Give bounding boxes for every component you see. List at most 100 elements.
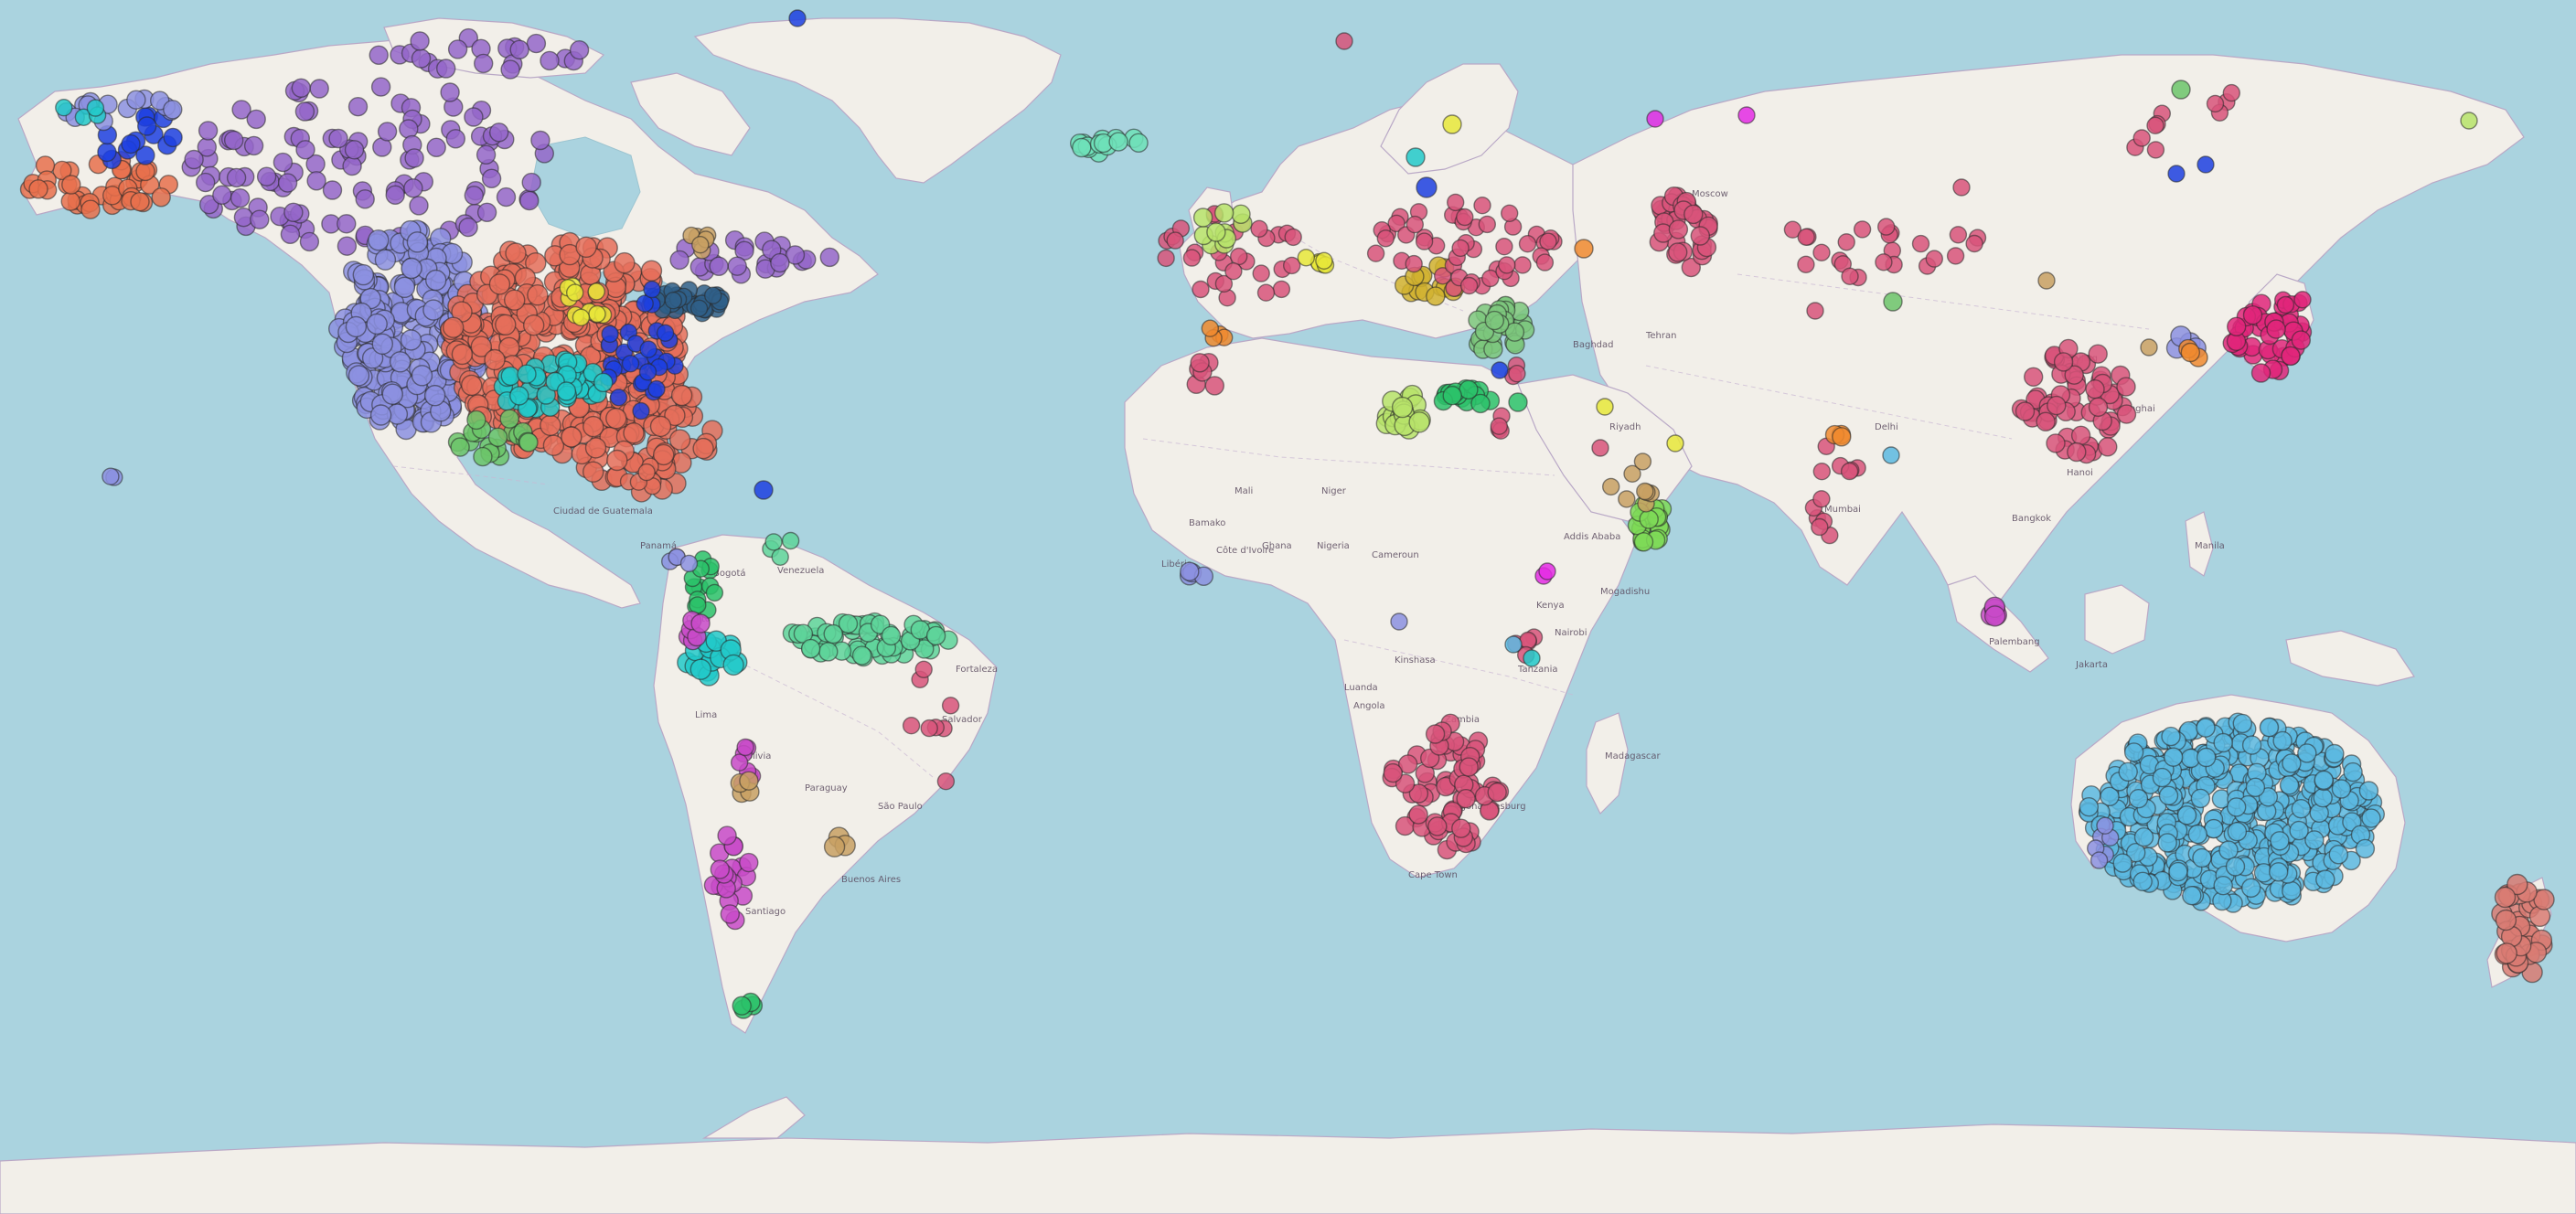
map-marker[interactable]: [2232, 713, 2253, 734]
map-marker[interactable]: [1500, 204, 1519, 223]
map-marker[interactable]: [1425, 724, 1446, 744]
map-marker[interactable]: [819, 247, 839, 268]
map-marker[interactable]: [163, 127, 183, 148]
map-marker[interactable]: [1495, 238, 1513, 256]
map-marker[interactable]: [86, 99, 105, 117]
map-marker[interactable]: [2297, 743, 2317, 763]
map-marker[interactable]: [722, 654, 744, 676]
map-marker[interactable]: [1639, 509, 1659, 529]
map-marker[interactable]: [643, 280, 661, 299]
map-marker[interactable]: [2167, 165, 2186, 183]
map-marker[interactable]: [1797, 228, 1815, 246]
map-marker[interactable]: [97, 142, 117, 163]
map-marker[interactable]: [2140, 338, 2158, 357]
map-marker[interactable]: [1405, 254, 1423, 273]
map-marker[interactable]: [717, 825, 737, 846]
map-marker[interactable]: [369, 404, 392, 426]
map-marker[interactable]: [823, 836, 846, 857]
map-marker[interactable]: [1832, 427, 1852, 447]
map-marker[interactable]: [337, 214, 357, 234]
map-marker[interactable]: [2146, 116, 2164, 135]
map-marker[interactable]: [2281, 346, 2301, 367]
map-marker[interactable]: [1737, 106, 1756, 124]
map-marker[interactable]: [1812, 463, 1832, 481]
map-marker[interactable]: [664, 292, 682, 310]
map-marker[interactable]: [1646, 110, 1664, 128]
map-marker[interactable]: [184, 149, 204, 170]
map-marker[interactable]: [280, 224, 301, 244]
map-marker[interactable]: [2289, 820, 2309, 841]
map-marker[interactable]: [347, 365, 370, 387]
map-marker[interactable]: [2146, 141, 2165, 159]
map-marker[interactable]: [256, 166, 277, 186]
map-marker[interactable]: [347, 96, 369, 117]
map-marker[interactable]: [1456, 208, 1474, 227]
map-marker[interactable]: [399, 119, 419, 139]
map-marker[interactable]: [1192, 208, 1213, 228]
map-marker[interactable]: [1128, 133, 1149, 154]
map-marker[interactable]: [1415, 232, 1434, 250]
map-marker[interactable]: [2268, 862, 2289, 882]
map-marker[interactable]: [2270, 831, 2290, 851]
map-marker[interactable]: [542, 434, 565, 456]
map-marker[interactable]: [936, 772, 956, 791]
map-marker[interactable]: [436, 59, 456, 79]
map-marker[interactable]: [605, 408, 627, 430]
map-marker[interactable]: [500, 366, 520, 387]
map-marker[interactable]: [1204, 376, 1225, 396]
map-marker[interactable]: [306, 171, 326, 191]
map-marker[interactable]: [370, 77, 391, 97]
map-marker[interactable]: [709, 256, 729, 276]
map-marker[interactable]: [404, 148, 424, 168]
map-marker[interactable]: [1297, 249, 1316, 267]
map-marker[interactable]: [2096, 816, 2114, 835]
map-marker[interactable]: [1459, 757, 1479, 777]
map-marker[interactable]: [230, 187, 251, 208]
map-marker[interactable]: [2282, 880, 2302, 901]
map-marker[interactable]: [2245, 777, 2266, 797]
map-marker[interactable]: [2088, 397, 2109, 417]
map-marker[interactable]: [1535, 253, 1555, 272]
map-marker[interactable]: [521, 172, 541, 193]
map-marker[interactable]: [720, 904, 740, 924]
map-marker[interactable]: [1667, 242, 1688, 262]
map-marker[interactable]: [754, 480, 774, 500]
map-marker[interactable]: [2343, 761, 2363, 783]
map-marker[interactable]: [291, 78, 311, 99]
map-marker[interactable]: [881, 625, 902, 646]
map-marker[interactable]: [1487, 783, 1507, 803]
map-marker[interactable]: [902, 717, 921, 735]
map-marker[interactable]: [487, 427, 508, 447]
map-marker[interactable]: [1983, 605, 2006, 627]
map-marker[interactable]: [639, 340, 657, 358]
map-marker[interactable]: [371, 333, 393, 355]
map-marker[interactable]: [411, 365, 433, 387]
map-marker[interactable]: [250, 209, 270, 229]
map-marker[interactable]: [2495, 909, 2517, 932]
map-marker[interactable]: [1473, 196, 1491, 215]
map-marker[interactable]: [445, 129, 465, 149]
map-marker[interactable]: [2187, 824, 2208, 845]
map-marker[interactable]: [1490, 417, 1509, 435]
map-marker[interactable]: [410, 31, 430, 51]
map-marker[interactable]: [126, 90, 146, 110]
map-marker[interactable]: [1426, 286, 1446, 306]
map-marker[interactable]: [1636, 482, 1654, 501]
map-marker[interactable]: [1513, 256, 1532, 274]
map-marker[interactable]: [2180, 342, 2201, 363]
map-marker[interactable]: [411, 48, 432, 69]
map-marker[interactable]: [473, 446, 493, 467]
map-marker[interactable]: [2293, 291, 2312, 309]
map-marker[interactable]: [1504, 635, 1523, 654]
map-marker[interactable]: [1376, 229, 1395, 248]
map-marker[interactable]: [914, 660, 933, 678]
map-marker[interactable]: [1408, 411, 1430, 433]
map-marker[interactable]: [1925, 250, 1944, 268]
map-marker[interactable]: [1201, 319, 1220, 337]
map-marker[interactable]: [1391, 396, 1414, 419]
map-marker[interactable]: [2355, 838, 2376, 859]
map-marker[interactable]: [2361, 808, 2381, 828]
map-marker[interactable]: [2023, 367, 2044, 387]
map-marker[interactable]: [2331, 779, 2352, 799]
map-marker[interactable]: [1911, 234, 1930, 253]
